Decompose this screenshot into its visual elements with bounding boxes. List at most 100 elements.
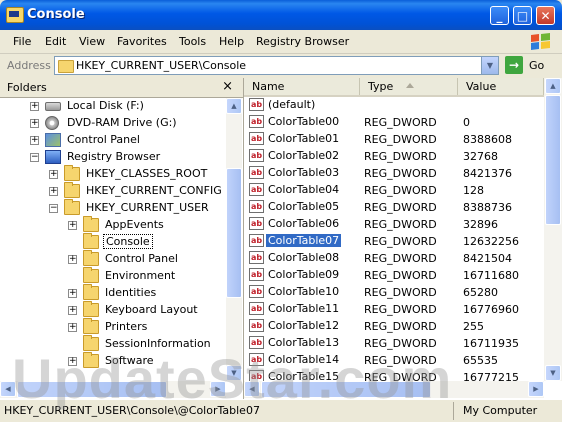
scroll-down-button[interactable]: ▼ xyxy=(226,365,242,381)
column-header-value[interactable]: Value xyxy=(458,78,544,95)
tree-node[interactable]: Environment xyxy=(0,267,226,285)
folder-icon xyxy=(83,250,99,266)
tree-node[interactable]: + Software xyxy=(0,352,226,370)
tree-node-label: Software xyxy=(105,354,154,367)
menu-registry-browser[interactable]: Registry Browser xyxy=(256,35,349,48)
list-row[interactable]: ab ColorTable05 REG_DWORD 8388736 xyxy=(244,199,544,216)
menu-help[interactable]: Help xyxy=(219,35,244,48)
address-input[interactable]: HKEY_CURRENT_USER\Console ▼ xyxy=(54,56,499,75)
dvd-drive-icon xyxy=(45,116,59,130)
expand-icon[interactable]: + xyxy=(49,187,58,196)
tree-node-label: Console xyxy=(103,234,153,249)
folders-vertical-scrollbar[interactable]: ▲ ▼ xyxy=(226,98,242,381)
string-value-icon: ab xyxy=(249,268,264,281)
expand-icon[interactable]: + xyxy=(68,357,77,366)
scroll-thumb[interactable] xyxy=(17,381,167,398)
collapse-icon[interactable]: − xyxy=(30,153,39,162)
scroll-up-button[interactable]: ▲ xyxy=(226,98,242,114)
tree-node[interactable]: + Local Disk (F:) xyxy=(0,98,226,115)
value-name: ColorTable10 xyxy=(268,285,340,298)
scroll-right-button[interactable]: ▶ xyxy=(528,381,544,397)
tree-node[interactable]: − Registry Browser xyxy=(0,149,226,166)
list-row[interactable]: ab ColorTable13 REG_DWORD 16711935 xyxy=(244,335,544,352)
list-row[interactable]: ab (default) xyxy=(244,97,544,114)
list-row[interactable]: ab ColorTable11 REG_DWORD 16776960 xyxy=(244,301,544,318)
string-value-icon: ab xyxy=(249,353,264,366)
list-vertical-scrollbar[interactable]: ▲ ▼ xyxy=(544,78,562,381)
tree-node[interactable]: Console xyxy=(0,233,226,251)
expand-icon[interactable]: + xyxy=(68,306,77,315)
tree-node[interactable]: + Control Panel xyxy=(0,132,226,149)
scroll-left-button[interactable]: ◀ xyxy=(0,381,16,397)
list-row[interactable]: ab ColorTable02 REG_DWORD 32768 xyxy=(244,148,544,165)
expand-icon[interactable]: + xyxy=(68,289,77,298)
value-name: (default) xyxy=(268,98,316,111)
list-row[interactable]: ab ColorTable00 REG_DWORD 0 xyxy=(244,114,544,131)
column-header-name[interactable]: Name xyxy=(244,78,360,95)
expand-icon[interactable]: + xyxy=(68,221,77,230)
tree-node[interactable]: + Printers xyxy=(0,318,226,336)
tree-node[interactable]: + HKEY_CURRENT_CONFIG xyxy=(0,182,226,200)
column-header-type[interactable]: Type xyxy=(360,78,458,95)
tree-node[interactable]: + Keyboard Layout xyxy=(0,301,226,319)
value-name: ColorTable06 xyxy=(268,217,340,230)
list-row[interactable]: ab ColorTable04 REG_DWORD 128 xyxy=(244,182,544,199)
column-name-label: Name xyxy=(252,80,285,93)
tree-node[interactable]: − HKEY_CURRENT_USER xyxy=(0,199,226,217)
string-value-icon: ab xyxy=(249,251,264,264)
list-horizontal-scrollbar[interactable]: ◀ ▶ xyxy=(244,381,544,398)
address-value: HKEY_CURRENT_USER\Console xyxy=(76,59,247,72)
scroll-up-button[interactable]: ▲ xyxy=(545,78,561,94)
tree-node[interactable]: SessionInformation xyxy=(0,335,226,353)
tree-node[interactable]: + AppEvents xyxy=(0,216,226,234)
minimize-button[interactable]: _ xyxy=(490,6,509,25)
title-bar[interactable]: Console _ □ ✕ xyxy=(0,0,562,30)
close-button[interactable]: ✕ xyxy=(536,6,555,25)
address-dropdown-button[interactable]: ▼ xyxy=(481,57,498,74)
list-row[interactable]: ab ColorTable10 REG_DWORD 65280 xyxy=(244,284,544,301)
value-data: 128 xyxy=(463,184,484,197)
list-row[interactable]: ab ColorTable01 REG_DWORD 8388608 xyxy=(244,131,544,148)
list-row[interactable]: ab ColorTable12 REG_DWORD 255 xyxy=(244,318,544,335)
scroll-right-button[interactable]: ▶ xyxy=(210,381,226,397)
scroll-thumb[interactable] xyxy=(261,381,431,398)
menu-favorites[interactable]: Favorites xyxy=(117,35,167,48)
menu-file[interactable]: File xyxy=(13,35,31,48)
collapse-icon[interactable]: − xyxy=(49,204,58,213)
value-data: 0 xyxy=(463,116,470,129)
tree-node[interactable]: + Identities xyxy=(0,284,226,302)
expand-icon[interactable]: + xyxy=(30,119,39,128)
expand-icon[interactable]: + xyxy=(30,102,39,111)
scroll-left-button[interactable]: ◀ xyxy=(244,381,260,397)
menu-view[interactable]: View xyxy=(79,35,105,48)
scroll-thumb[interactable] xyxy=(226,168,242,298)
list-row[interactable]: ab ColorTable07 REG_DWORD 12632256 xyxy=(244,233,544,250)
value-type: REG_DWORD xyxy=(364,303,437,316)
value-type: REG_DWORD xyxy=(364,269,437,282)
menu-tools[interactable]: Tools xyxy=(179,35,206,48)
list-row[interactable]: ab ColorTable03 REG_DWORD 8421376 xyxy=(244,165,544,182)
tree-node[interactable]: + DVD-RAM Drive (G:) xyxy=(0,115,226,132)
status-divider xyxy=(453,402,454,420)
tree-node[interactable]: + Control Panel xyxy=(0,250,226,268)
expand-icon[interactable]: + xyxy=(30,136,39,145)
tree-node[interactable]: + HKEY_CLASSES_ROOT xyxy=(0,165,226,183)
maximize-button[interactable]: □ xyxy=(513,6,532,25)
go-button[interactable]: → Go xyxy=(505,56,555,75)
list-row[interactable]: ab ColorTable14 REG_DWORD 65535 xyxy=(244,352,544,369)
value-name: ColorTable08 xyxy=(268,251,340,264)
list-row[interactable]: ab ColorTable09 REG_DWORD 16711680 xyxy=(244,267,544,284)
value-data: 8388736 xyxy=(463,201,512,214)
list-row[interactable]: ab ColorTable08 REG_DWORD 8421504 xyxy=(244,250,544,267)
string-value-icon: ab xyxy=(249,336,264,349)
folders-horizontal-scrollbar[interactable]: ◀ ▶ xyxy=(0,381,226,398)
list-row[interactable]: ab ColorTable06 REG_DWORD 32896 xyxy=(244,216,544,233)
expand-icon[interactable]: + xyxy=(68,255,77,264)
menu-edit[interactable]: Edit xyxy=(45,35,66,48)
string-value-icon: ab xyxy=(249,183,264,196)
expand-icon[interactable]: + xyxy=(49,170,58,179)
scroll-thumb[interactable] xyxy=(545,95,561,225)
expand-icon[interactable]: + xyxy=(68,323,77,332)
scroll-down-button[interactable]: ▼ xyxy=(545,365,561,381)
folders-close-button[interactable]: × xyxy=(222,79,233,94)
